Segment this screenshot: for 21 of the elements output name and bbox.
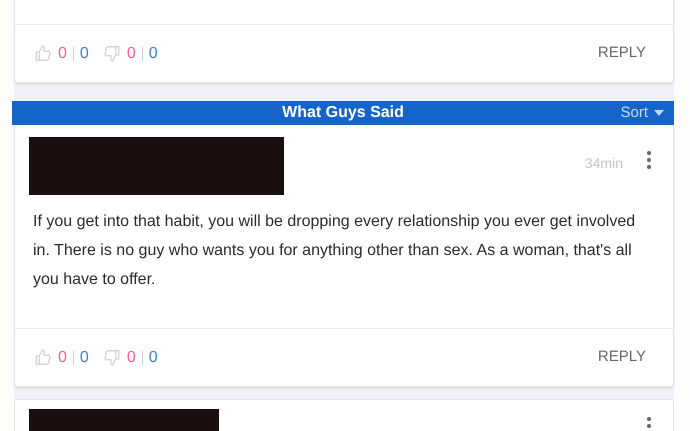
female-vote-count: 0 [58,44,67,64]
reply-button[interactable]: REPLY [598,346,646,369]
thumbs-down-icon[interactable] [102,348,121,367]
male-vote-count: 0 [80,348,89,368]
female-vote-count: 0 [126,348,136,368]
sort-dropdown[interactable]: Sort [620,102,664,124]
more-options-icon[interactable] [647,417,651,431]
reply-button[interactable]: REPLY [598,42,646,65]
male-vote-count: 0 [148,44,158,64]
section-title: What Guys Said [282,103,404,123]
caret-icon [654,110,664,116]
female-vote-count: 0 [58,348,67,368]
thumbs-down-icon[interactable] [102,44,121,63]
thumbs-up-icon[interactable] [34,44,52,63]
female-vote-count: 0 [126,44,136,64]
more-options-icon[interactable] [647,151,651,169]
male-vote-count: 0 [80,44,89,64]
comment-time: 34min [584,154,623,173]
thumbs-up-icon[interactable] [34,348,52,367]
male-vote-count: 0 [148,348,158,368]
comment-body: If you get into that habit, you will be dropping every relationship you ever get involved in. There is no guy who wants you for anything other than sex. As a woman, that's all you have to offer. [32,212,636,290]
